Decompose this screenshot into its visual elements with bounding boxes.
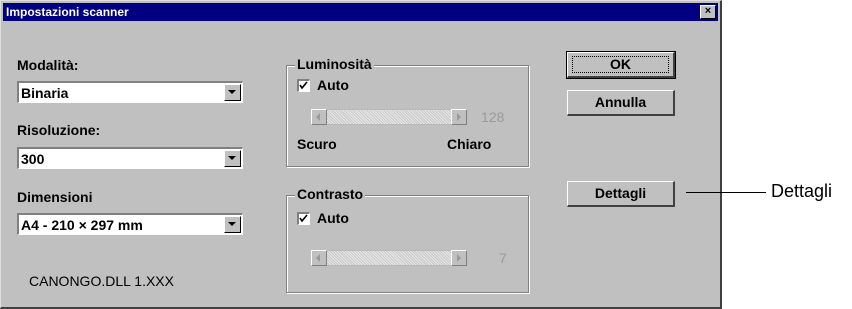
size-select-value: A4 - 210 × 297 mm [21,217,143,233]
cancel-button-label: Annulla [594,94,647,110]
chevron-down-icon [228,222,236,226]
focus-rect [572,56,669,73]
contrast-slider-left-button[interactable] [311,250,327,266]
window-title: Impostazioni scanner [6,5,129,19]
brightness-auto-checkbox[interactable] [297,79,310,92]
arrow-right-icon [457,113,461,121]
size-dropdown-button[interactable] [224,216,241,233]
contrast-group-title: Contrasto [295,186,366,202]
mode-select-value: Binaria [21,85,69,101]
resolution-label: Risoluzione: [17,122,101,138]
contrast-auto-label: Auto [317,210,349,226]
chevron-down-icon [228,156,236,160]
brightness-auto-label: Auto [317,77,349,93]
brightness-group-title: Luminosità [295,56,374,72]
title-bar: Impostazioni scanner × [3,3,718,21]
details-button-label: Dettagli [594,185,647,201]
brightness-slider-left-button[interactable] [311,109,327,125]
brightness-slider-right-button[interactable] [451,109,467,125]
callout-line [686,192,766,193]
close-button[interactable]: × [700,5,716,19]
checkmark-icon [299,81,308,90]
contrast-value: 7 [499,250,507,266]
mode-select[interactable]: Binaria [17,81,243,103]
size-select[interactable]: A4 - 210 × 297 mm [17,213,243,235]
scanner-settings-dialog: Impostazioni scanner × Modalità: Binaria… [0,0,722,309]
close-icon: × [704,5,712,17]
size-label: Dimensioni [17,189,93,205]
brightness-slider[interactable] [311,109,467,125]
resolution-select-value: 300 [21,151,45,167]
brightness-max-label: Chiaro [447,136,492,152]
mode-label: Modalità: [17,57,79,73]
arrow-left-icon [316,254,320,262]
resolution-select[interactable]: 300 [17,147,243,169]
brightness-group: Luminosità Auto 128 Scuro Chiaro [286,56,529,167]
arrow-left-icon [316,113,320,121]
cancel-button[interactable]: Annulla [567,90,675,116]
brightness-min-label: Scuro [297,136,337,152]
brightness-value: 128 [481,109,505,125]
contrast-auto-checkbox[interactable] [297,212,310,225]
details-button[interactable]: Dettagli [567,181,675,207]
resolution-dropdown-button[interactable] [224,150,241,167]
contrast-group: Contrasto Auto 7 [286,186,529,293]
contrast-slider[interactable] [311,250,467,266]
checkmark-icon [299,214,308,223]
chevron-down-icon [228,90,236,94]
dll-version-text: CANONGO.DLL 1.XXX [29,273,174,289]
contrast-slider-right-button[interactable] [451,250,467,266]
ok-button[interactable]: OK [566,51,676,79]
callout-label: Dettagli [771,181,833,201]
mode-dropdown-button[interactable] [224,84,241,101]
arrow-right-icon [457,254,461,262]
